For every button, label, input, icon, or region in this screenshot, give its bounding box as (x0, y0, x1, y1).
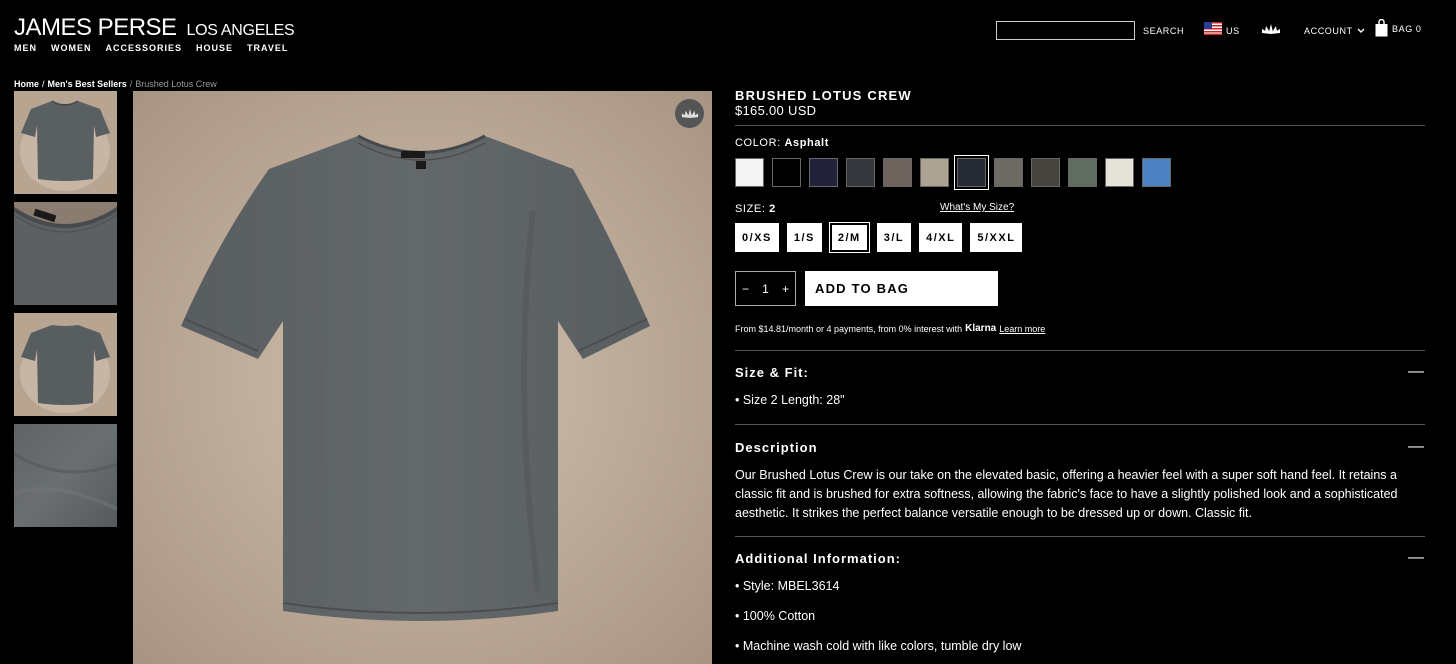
klarna-text: From $14.81/month or 4 payments, from 0%… (735, 323, 963, 334)
lotus-icon (681, 109, 698, 118)
quantity-stepper: − 1 + (735, 271, 796, 306)
search-input[interactable] (996, 21, 1135, 40)
quantity-increase-button[interactable]: + (782, 282, 789, 296)
product-main-image[interactable] (133, 91, 712, 664)
color-swatches (735, 155, 1171, 190)
size-options: 0/XS 1/S 2/M 3/L 4/XL 5/XXL (735, 222, 1023, 253)
description-section-header[interactable]: Description — (735, 438, 1425, 456)
additional-info-item: • 100% Cotton (735, 609, 816, 623)
color-swatch[interactable] (1031, 158, 1060, 187)
nav-travel[interactable]: TRAVEL (247, 43, 288, 53)
main-nav: MEN WOMEN ACCESSORIES HOUSE TRAVEL (14, 43, 288, 53)
product-page: JAMES PERSE LOS ANGELES MEN WOMEN ACCESS… (0, 0, 1456, 664)
description-text: Our Brushed Lotus Crew is our take on th… (735, 468, 1398, 520)
brand-name: JAMES PERSE (14, 14, 177, 41)
color-swatch[interactable] (772, 158, 801, 187)
color-swatch[interactable] (954, 155, 989, 190)
additional-info-item: • Machine wash cold with like colors, tu… (735, 639, 1022, 653)
selected-size-value: 2 (769, 203, 776, 215)
additional-info-title: Additional Information: (735, 550, 901, 566)
color-swatch[interactable] (883, 158, 912, 187)
size-fit-title: Size & Fit: (735, 364, 809, 380)
nav-women[interactable]: WOMEN (51, 43, 92, 53)
country-selector[interactable]: US (1226, 26, 1240, 36)
divider (735, 536, 1425, 537)
selected-color-name: Asphalt (784, 137, 829, 149)
size-guide-link[interactable]: What's My Size? (940, 202, 1014, 213)
quantity-decrease-button[interactable]: − (742, 282, 749, 296)
search-button[interactable]: SEARCH (1143, 26, 1184, 36)
shopping-bag-icon[interactable] (1375, 19, 1388, 37)
klarna-logo: Klarna (965, 323, 997, 334)
breadcrumb-category[interactable]: Men's Best Sellers (48, 79, 127, 89)
size-label: SIZE: 2 (735, 203, 776, 215)
account-label: ACCOUNT (1304, 26, 1353, 36)
us-flag-icon[interactable] (1204, 22, 1222, 35)
nav-accessories[interactable]: ACCESSORIES (106, 43, 183, 53)
zoom-button[interactable] (675, 99, 704, 128)
color-swatch[interactable] (994, 158, 1023, 187)
brand-logo[interactable]: JAMES PERSE LOS ANGELES (14, 14, 295, 42)
nav-house[interactable]: HOUSE (196, 43, 233, 53)
collapse-icon[interactable]: — (1408, 438, 1425, 456)
klarna-financing: From $14.81/month or 4 payments, from 0%… (735, 323, 1045, 334)
color-swatch[interactable] (846, 158, 875, 187)
thumbnail-back[interactable] (14, 313, 117, 416)
breadcrumb-separator: / (129, 79, 133, 89)
breadcrumb: Home / Men's Best Sellers / Brushed Lotu… (14, 79, 217, 89)
brand-subtitle: LOS ANGELES (186, 22, 295, 39)
breadcrumb-current: Brushed Lotus Crew (135, 79, 217, 89)
size-option-button[interactable]: 1/S (786, 223, 822, 252)
size-option-button[interactable]: 2/M (828, 222, 870, 253)
collapse-icon[interactable]: — (1408, 549, 1425, 567)
color-swatch[interactable] (809, 158, 838, 187)
klarna-learn-more-link[interactable]: Learn more (999, 324, 1045, 334)
thumbnail-fabric[interactable] (14, 424, 117, 527)
thumbnail-collar-detail[interactable] (14, 202, 117, 305)
size-option-button[interactable]: 4/XL (919, 223, 963, 252)
collapse-icon[interactable]: — (1408, 363, 1425, 381)
color-label: COLOR: Asphalt (735, 137, 829, 149)
nav-men[interactable]: MEN (14, 43, 37, 53)
quantity-value[interactable]: 1 (762, 282, 769, 296)
thumbnail-front[interactable] (14, 91, 117, 194)
size-fit-section-header[interactable]: Size & Fit: — (735, 363, 1425, 381)
account-menu[interactable]: ACCOUNT (1304, 26, 1365, 36)
additional-info-item: • Style: MBEL3614 (735, 579, 840, 593)
additional-info-section-header[interactable]: Additional Information: — (735, 549, 1425, 567)
divider (735, 350, 1425, 351)
color-swatch[interactable] (1142, 158, 1171, 187)
bag-count[interactable]: BAG 0 (1392, 24, 1422, 34)
divider (735, 424, 1425, 425)
lotus-icon[interactable] (1261, 23, 1281, 35)
product-title: BRUSHED LOTUS CREW (735, 88, 912, 103)
chevron-down-icon (1357, 28, 1365, 33)
description-title: Description (735, 439, 818, 455)
breadcrumb-home[interactable]: Home (14, 79, 39, 89)
size-option-button[interactable]: 0/XS (735, 223, 779, 252)
product-price: $165.00 USD (735, 103, 817, 118)
color-swatch[interactable] (1105, 158, 1134, 187)
color-swatch[interactable] (1068, 158, 1097, 187)
size-option-button[interactable]: 5/XXL (970, 223, 1023, 252)
color-swatch[interactable] (735, 158, 764, 187)
size-option-button[interactable]: 3/L (876, 223, 912, 252)
size-fit-item: • Size 2 Length: 28" (735, 393, 845, 407)
add-to-bag-button[interactable]: ADD TO BAG (805, 271, 998, 306)
breadcrumb-separator: / (42, 79, 45, 89)
divider (735, 125, 1425, 126)
color-swatch[interactable] (920, 158, 949, 187)
